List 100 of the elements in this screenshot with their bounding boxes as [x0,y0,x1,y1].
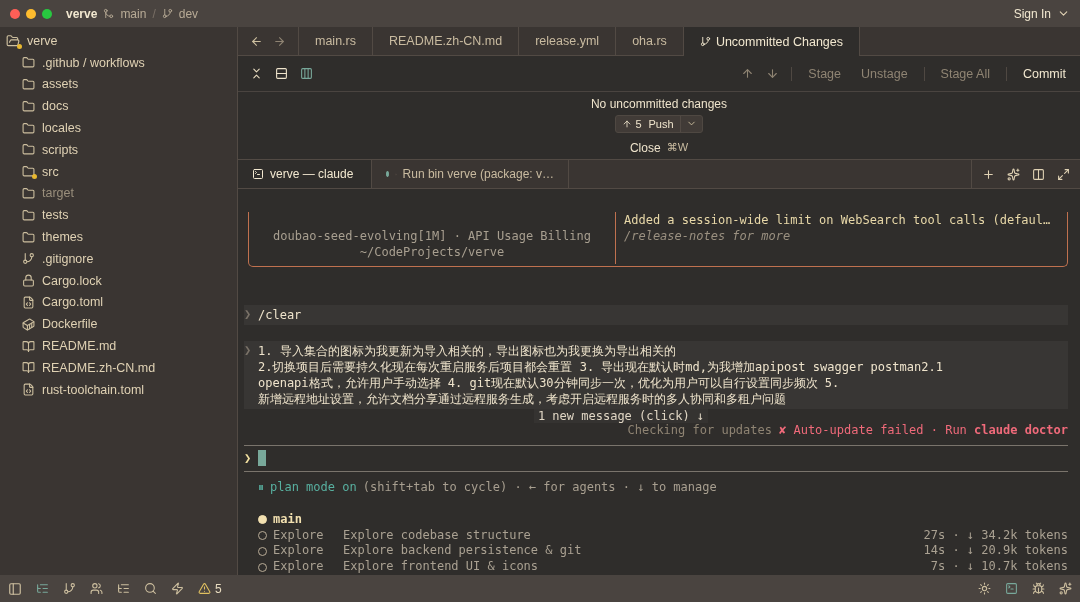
branch-icon[interactable] [63,582,76,595]
tree-item[interactable]: verve [0,30,237,52]
outline-icon[interactable] [117,582,130,595]
branch-icon [161,8,173,19]
tree-item[interactable]: src [0,160,237,183]
news-note: /release-notes for more [624,228,792,244]
folder-icon [22,99,35,113]
back-icon[interactable] [250,34,263,48]
folder-icon [22,186,35,200]
tree-item[interactable]: .github / workflows [0,51,237,74]
tree-item[interactable]: scripts [0,139,237,161]
tree-icon[interactable] [36,582,49,595]
message-text: 1. 导入集合的图标为我更新为导入相关的，导出图标也为我更换为导出相关的 2.切换项目后需要持久化现在每次重启服务后项目都会重置 3. 导出现在默认时md,为我增加apipost swagger postman2.1 openapi格式，允许用户手动选择 4. git现在默认30分钟同步一次，优化为用户可以自行设置同步频次 5. 新增远程地址设置，允许文档分享通过远程服务生成，考虑开启远程服务时的多人协同和多租户问题 [258,343,943,408]
path-separator: / [152,6,156,21]
empty-message: No uncommitted changes [590,96,728,111]
columns-icon[interactable] [300,67,313,80]
agent-stats: 14s · ↓ 20.9k tokens [923,543,1068,560]
sidebar-toggle-icon[interactable] [8,581,22,596]
book-icon [22,361,35,375]
news-text: Added a session-wide limit on WebSearch tool calls (defaul… [624,212,1051,228]
agent-stats: 27s · ↓ 34.2k tokens [923,527,1068,544]
users-icon[interactable] [90,582,103,595]
container-icon [22,317,35,331]
arrow-up-icon[interactable] [741,67,755,80]
tree-item[interactable]: .gitignore [0,247,237,270]
prompt-char: ❯ [244,451,252,466]
folder-icon [22,230,35,244]
zoom-window-button[interactable] [42,8,52,19]
branch-icon [699,36,711,47]
update-status: Checking for updates [627,423,772,438]
folder-icon [22,165,35,179]
tree-item[interactable]: rust-toolchain.toml [0,378,237,401]
tree-item[interactable]: locales [0,117,237,139]
agent-type: Explore [273,543,325,560]
push-label: Push [648,117,674,130]
arrow-up-icon [622,118,633,129]
editor-tab[interactable]: oha.rs [616,27,684,55]
mode-hint: (shift+tab to cycle) · ← for agents · ↓ to manage [362,479,717,494]
terminal-tab[interactable]: Run bin verve (package: v… [372,160,569,188]
sun-icon[interactable] [978,582,991,595]
collapse-icon[interactable] [250,67,263,80]
editor-tab[interactable]: README.zh-CN.md [373,27,520,55]
push-count: 5 [635,117,642,130]
search-icon[interactable] [144,582,157,595]
tree-item[interactable]: Cargo.toml [0,291,237,314]
shortcut-hint: ⌘W [666,140,689,155]
file-code-icon [22,383,35,397]
prompt-marker: ❯ [244,307,253,324]
close-window-button[interactable] [10,8,20,19]
tree-item[interactable]: target [0,182,237,205]
editor-tab[interactable]: release.yml [519,27,617,55]
agent-task: Explore frontend UI & icons [343,559,539,575]
message-text: /clear [258,307,302,324]
folder-icon [22,56,35,70]
bug-icon[interactable] [1032,582,1045,595]
repo-branch[interactable]: main [120,6,147,21]
tree-item[interactable]: docs [0,95,237,118]
git-action-button[interactable]: Commit [1018,66,1070,81]
arrow-down-icon[interactable] [766,67,780,80]
agent-type: Explore [273,559,325,575]
sign-in-link[interactable]: Sign In [1013,6,1051,21]
tree-item[interactable]: Cargo.lock [0,269,237,292]
prompt-marker: ❯ [244,343,253,360]
sparkles-icon[interactable] [1007,167,1020,181]
tree-item[interactable]: themes [0,226,237,248]
split-icon[interactable] [1032,167,1045,181]
sparkles-icon[interactable] [1059,582,1072,595]
agent-task: Explore backend persistence & git [343,543,582,560]
close-button[interactable]: Close [629,140,661,155]
tree-item[interactable]: tests [0,204,237,227]
add-icon[interactable] [982,167,995,181]
rows-icon[interactable] [275,67,288,80]
tree-item[interactable]: README.zh-CN.md [0,356,237,379]
tree-item[interactable]: Dockerfile [0,313,237,336]
lock-icon [22,274,35,288]
tree-item[interactable]: README.md [0,335,237,357]
warnings-button[interactable]: 5 [198,581,222,596]
terminal-icon[interactable] [1005,582,1018,595]
project-name[interactable]: verve [66,6,98,21]
new-message-link[interactable]: 1 new message (click) ↓ [533,409,709,424]
maximize-icon[interactable] [1057,167,1070,181]
agent-name: main [273,511,302,528]
mode-icon: ⏸ [258,479,264,494]
terminal-tab[interactable]: verve — claude [238,160,372,188]
forward-icon[interactable] [273,34,286,48]
editor-tab[interactable]: Uncommitted Changes [683,27,861,56]
update-error: ✘ Auto-update failed · Run claude doctor [779,423,1068,438]
warning-icon [198,582,211,595]
branch-name[interactable]: dev [178,6,199,21]
tree-item[interactable]: assets [0,73,237,96]
folder-icon [22,78,35,91]
minimize-window-button[interactable] [26,8,36,19]
editor-tab[interactable]: main.rs [299,27,373,55]
agent-task: Explore codebase structure [343,527,531,544]
bolt-icon[interactable] [171,582,184,595]
folder-icon [22,143,35,157]
banner-text: ~/CodeProjects/verve [359,244,505,261]
folder-icon [22,121,35,135]
folder-icon [22,208,35,222]
branch-icon [22,252,35,266]
